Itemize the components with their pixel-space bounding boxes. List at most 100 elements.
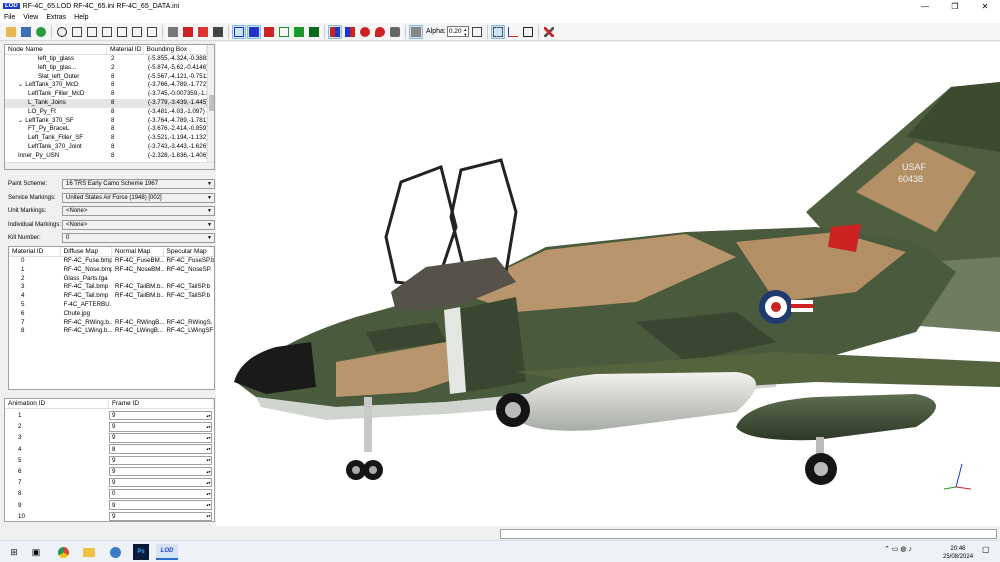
spin-arrows-icon[interactable]: ▴▾ bbox=[206, 480, 211, 485]
spin-arrows-icon[interactable]: ▴▾ bbox=[206, 413, 211, 418]
unit-markings-select[interactable]: <None> ▼ bbox=[62, 205, 215, 216]
view-bottom-button[interactable] bbox=[145, 25, 159, 39]
frame-id-spinbox[interactable]: 8 ▴▾ bbox=[109, 444, 212, 454]
red-blue-2-button[interactable] bbox=[343, 25, 357, 39]
task-view-icon[interactable]: ▣ bbox=[28, 544, 44, 560]
frame-id-spinbox[interactable]: 9 ▴▾ bbox=[109, 466, 212, 477]
spin-arrows-icon[interactable]: ▴▾ bbox=[206, 435, 211, 440]
save-button[interactable] bbox=[19, 25, 33, 39]
alpha-spinbox[interactable]: 0.20 ▲ ▼ bbox=[446, 26, 469, 37]
sphere-red-button[interactable] bbox=[358, 25, 372, 39]
kill-number-select[interactable]: 0 ▼ bbox=[62, 232, 215, 243]
material-row[interactable]: 8 RF-4C_LWing.b... RF-4C_LWingB... RF-4C_LW… bbox=[9, 327, 214, 336]
tree-row[interactable]: LeftTank_370_Joint 8 (-3.743,-3.443,-1.626… bbox=[5, 143, 214, 152]
view-top-button[interactable] bbox=[130, 25, 144, 39]
3d-viewport[interactable]: USAF 60438 bbox=[216, 42, 1000, 526]
green-dark-button[interactable] bbox=[307, 25, 321, 39]
tree-row[interactable]: LeftTank_Filler_McD 8 (-3.745,-0.007359,-1… bbox=[5, 90, 214, 99]
view-front-button[interactable] bbox=[70, 25, 84, 39]
material-row[interactable]: 5 F-4C_AFTERBU... bbox=[9, 301, 214, 310]
individual-markings-select[interactable]: <None> ▼ bbox=[62, 219, 215, 230]
maximize-button[interactable]: ❐ bbox=[940, 0, 970, 12]
shade-dark-button[interactable] bbox=[211, 25, 225, 39]
view-left-button[interactable] bbox=[100, 25, 114, 39]
windows-start-icon[interactable]: ⊞ bbox=[6, 544, 22, 560]
clock[interactable]: 20:46 25/08/2024 bbox=[943, 545, 973, 561]
paint-scheme-select[interactable]: 16 TRS Early Camo Scheme 1967 ▼ bbox=[62, 178, 215, 189]
texture-button[interactable] bbox=[34, 25, 48, 39]
target-button[interactable] bbox=[55, 25, 69, 39]
material-row[interactable]: 2 Glass_Parts.tga bbox=[9, 275, 214, 284]
spin-arrows-icon[interactable]: ▴▾ bbox=[206, 447, 211, 451]
node-tree-scrollbar[interactable] bbox=[207, 45, 214, 169]
tree-row[interactable]: Inner_Py_USN 8 (-2.328,-1.836,-1.406) bbox=[5, 152, 214, 161]
solid-red-button[interactable] bbox=[262, 25, 276, 39]
spin-arrows-icon[interactable]: ▴▾ bbox=[206, 469, 211, 474]
header-normal-map[interactable]: Normal Map bbox=[112, 247, 164, 256]
tree-row[interactable]: LO_Py_Ft 8 (-3.481,-4.03,-1.097) ( bbox=[5, 108, 214, 117]
header-bounding-box[interactable]: Bounding Box bbox=[144, 45, 207, 54]
frame-id-spinbox[interactable]: 9 ▴▾ bbox=[109, 455, 212, 466]
solid-green-button[interactable] bbox=[292, 25, 306, 39]
wire-green-button[interactable] bbox=[277, 25, 291, 39]
drop-red-button[interactable] bbox=[373, 25, 387, 39]
frame-id-spinbox[interactable]: 9 ▴▾ bbox=[109, 477, 212, 488]
frame-id-spinbox[interactable]: 9 ▴▾ bbox=[109, 433, 212, 443]
menu-help[interactable]: Help bbox=[70, 14, 92, 21]
spin-arrows-icon[interactable]: ▴▾ bbox=[206, 514, 211, 518]
material-row[interactable]: 0 RF-4C_Fuse.bmp RF-4C_FuseBM... RF-4C_Fuse… bbox=[9, 257, 214, 266]
red-blue-button[interactable] bbox=[328, 24, 342, 39]
tree-row[interactable]: left_tip_glas... 2 (-5.874,-5.62,-0.4146) bbox=[5, 64, 214, 73]
shade-red2-button[interactable] bbox=[196, 25, 210, 39]
spin-arrows-icon[interactable]: ▴▾ bbox=[206, 458, 211, 462]
box-gray-button[interactable] bbox=[409, 24, 423, 39]
frame-button[interactable] bbox=[470, 25, 484, 39]
paint-button[interactable] bbox=[388, 25, 402, 39]
solid-blue-button[interactable] bbox=[247, 24, 261, 39]
frame-id-spinbox[interactable]: 9 ▴▾ bbox=[109, 511, 212, 521]
photoshop-icon[interactable]: Ps bbox=[133, 544, 149, 560]
frame-id-spinbox[interactable]: 9 ▴▾ bbox=[109, 422, 212, 432]
frame-id-spinbox[interactable]: 9 ▴▾ bbox=[109, 410, 212, 421]
close-button[interactable]: ✕ bbox=[970, 0, 1000, 12]
file-explorer-icon[interactable] bbox=[81, 544, 97, 560]
header-frame-id[interactable]: Frame ID bbox=[109, 399, 214, 408]
header-animation-id[interactable]: Animation ID bbox=[5, 399, 109, 408]
view-back-button[interactable] bbox=[85, 25, 99, 39]
header-material-id[interactable]: Material ID bbox=[107, 45, 144, 54]
outline-cube-button[interactable] bbox=[521, 25, 535, 39]
menu-view[interactable]: View bbox=[19, 14, 42, 21]
menu-extras[interactable]: Extras bbox=[42, 14, 70, 21]
material-row[interactable]: 1 RF-4C_Nose.bmp RF-4C_NoseBM... RF-4C_Nose… bbox=[9, 266, 214, 275]
service-markings-select[interactable]: United States Air Force (1948) [002] ▼ bbox=[62, 192, 215, 203]
notification-icon[interactable]: ▢ bbox=[982, 545, 990, 554]
tree-row[interactable]: FT_Py_BraceL 8 (-3.676,-2.414,-0.859) bbox=[5, 125, 214, 134]
material-row[interactable]: 4 RF-4C_Tail.bmp RF-4C_TailBM.b... RF-4C_Ta… bbox=[9, 292, 214, 301]
tree-row[interactable]: ⌄ LeftTank_370_McD 8 (-3.766,-4.789,-1.772) bbox=[5, 81, 214, 90]
view-right-button[interactable] bbox=[115, 25, 129, 39]
shade-gray-button[interactable] bbox=[166, 25, 180, 39]
material-row[interactable]: 6 Chute.jpg bbox=[9, 310, 214, 319]
header-diffuse-map[interactable]: Diffuse Map bbox=[61, 247, 112, 256]
material-row[interactable]: 7 RF-4C_RWing.b... RF-4C_RWingB... RF-4C_RW… bbox=[9, 319, 214, 328]
spin-arrows-icon[interactable]: ▴▾ bbox=[206, 424, 211, 429]
tools-button[interactable] bbox=[542, 25, 556, 39]
alpha-spin-arrows[interactable]: ▲ ▼ bbox=[463, 27, 468, 37]
bbox-button[interactable] bbox=[490, 24, 505, 39]
menu-file[interactable]: File bbox=[0, 14, 19, 21]
material-row[interactable]: 3 RF-4C_Tail.bmp RF-4C_TailBM.b... RF-4C_Ta… bbox=[9, 283, 214, 292]
wire-blue-button[interactable] bbox=[232, 24, 246, 39]
spin-arrows-icon[interactable]: ▴▾ bbox=[206, 491, 211, 496]
tree-row[interactable]: L_Tank_Joins 8 (-3.779,-3.439,-1.445) bbox=[5, 98, 214, 108]
tree-row[interactable]: ⌄ LeftTank_370_SF 8 (-3.764,-4.789,-1.781) bbox=[5, 117, 214, 126]
axes-button[interactable] bbox=[506, 25, 520, 39]
lod-app-icon[interactable]: LOD bbox=[156, 544, 178, 560]
app-globe-icon[interactable] bbox=[107, 544, 123, 560]
spin-arrows-icon[interactable]: ▴▾ bbox=[206, 503, 211, 507]
minimize-button[interactable]: — bbox=[910, 0, 940, 12]
open-folder-button[interactable] bbox=[4, 25, 18, 39]
tree-row[interactable]: Left_Tank_Filler_SF 8 (-3.521,-1.194,-1.13… bbox=[5, 134, 214, 143]
node-tree-hscrollbar[interactable] bbox=[5, 162, 214, 169]
tree-row[interactable]: Slat_left_Outer 8 (-5.567,-4.121,-0.7511 bbox=[5, 73, 214, 82]
header-specular-map[interactable]: Specular Map bbox=[164, 247, 214, 256]
